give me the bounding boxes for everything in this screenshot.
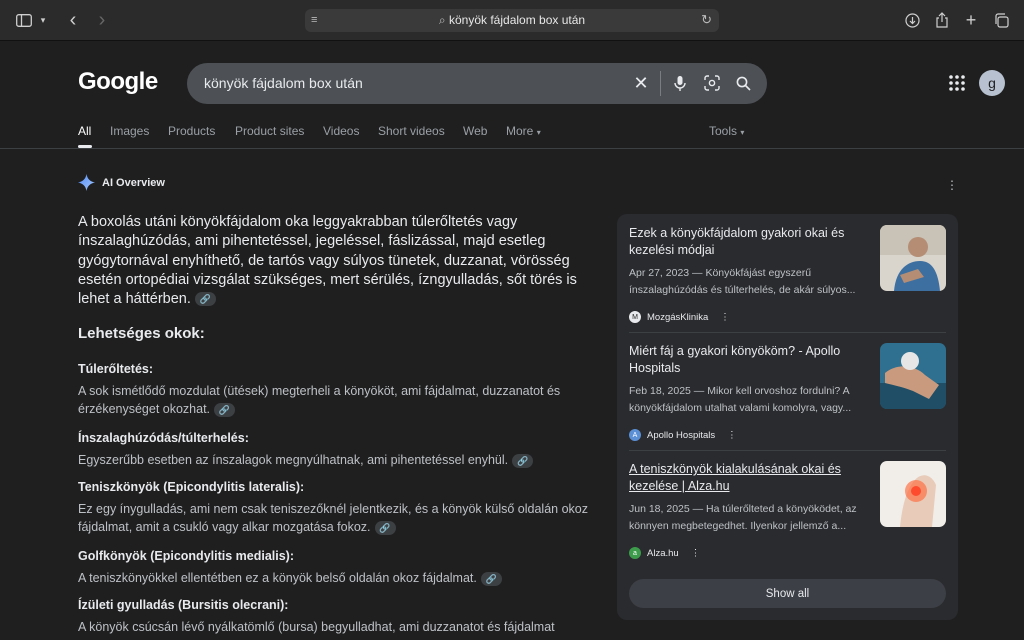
avatar[interactable]: g xyxy=(979,70,1005,96)
divider xyxy=(629,450,946,451)
cause-title: Teniszkönyök (Epicondylitis lateralis): xyxy=(78,480,305,494)
clear-icon[interactable]: ✕ xyxy=(631,73,651,93)
search-input[interactable]: könyök fájdalom box után xyxy=(204,75,363,91)
tab-images[interactable]: Images xyxy=(110,124,149,138)
ai-overview-header: AI Overview xyxy=(78,174,165,191)
divider xyxy=(629,332,946,333)
cause-title: Ínszalaghúzódás/túlterhelés: xyxy=(78,431,249,445)
link-icon[interactable]: 🔗 xyxy=(194,292,216,307)
tab-tools[interactable]: Tools ▾ xyxy=(709,124,744,138)
tab-videos[interactable]: Videos xyxy=(323,124,359,138)
link-icon[interactable]: 🔗 xyxy=(214,402,236,417)
tab-more[interactable]: More ▾ xyxy=(506,124,541,138)
show-all-button[interactable]: Show all xyxy=(629,579,946,608)
cause-desc: Egyszerűbb esetben az ínszalagok megnyúl… xyxy=(78,451,588,469)
gemini-sparkle-icon xyxy=(78,174,95,191)
source-thumbnail xyxy=(880,343,946,409)
source-site: A Apollo Hospitals ⋮ xyxy=(629,429,737,441)
back-icon[interactable]: ‹ xyxy=(63,9,83,31)
sources-panel: Ezek a könyökfájdalom gyakori okai és ke… xyxy=(617,214,958,620)
chevron-down-icon: ▾ xyxy=(536,128,541,137)
new-tab-icon[interactable]: + xyxy=(961,10,981,30)
search-divider xyxy=(660,71,661,96)
source-site: a Alza.hu ⋮ xyxy=(629,547,700,559)
tab-all[interactable]: All xyxy=(78,124,91,138)
more-options-icon[interactable]: ⋮ xyxy=(727,430,737,441)
source-site: M MozgásKlinika ⋮ xyxy=(629,311,730,323)
cause-desc: A sok ismétlődő mozdulat (ütések) megter… xyxy=(78,384,561,417)
google-logo[interactable]: Google xyxy=(78,68,158,96)
source-title[interactable]: Miért fáj a gyakori könyököm? - Apollo H… xyxy=(629,343,869,377)
chevron-down-icon[interactable]: ▾ xyxy=(37,10,49,30)
tab-web[interactable]: Web xyxy=(463,124,487,138)
share-icon[interactable] xyxy=(932,10,952,30)
site-favicon-icon: A xyxy=(629,429,641,441)
tabs-overview-icon[interactable] xyxy=(991,10,1011,30)
forward-icon[interactable]: › xyxy=(92,9,112,31)
microphone-icon[interactable] xyxy=(670,73,690,93)
tab-products[interactable]: Products xyxy=(168,124,215,138)
link-icon[interactable]: 🔗 xyxy=(512,453,534,468)
link-icon[interactable]: 🔗 xyxy=(374,520,396,535)
source-title[interactable]: A teniszkönyök kialakulásának okai és ke… xyxy=(629,461,869,495)
more-options-icon[interactable]: ⋮ xyxy=(691,548,701,559)
cause-desc: A teniszkönyökkel ellentétben ez a könyö… xyxy=(78,569,588,587)
reload-icon[interactable]: ↻ xyxy=(701,12,712,28)
sidebar-icon[interactable] xyxy=(14,10,34,30)
source-thumbnail xyxy=(880,225,946,291)
google-apps-icon[interactable] xyxy=(948,74,966,92)
cause-title: Ízületi gyulladás (Bursitis olecrani): xyxy=(78,598,289,612)
site-favicon-icon: a xyxy=(629,547,641,559)
tab-short-videos[interactable]: Short videos xyxy=(378,124,445,138)
source-thumbnail xyxy=(880,461,946,527)
causes-heading: Lehetséges okok: xyxy=(78,325,205,342)
search-tabs: All Images Products Product sites Videos… xyxy=(0,123,1024,149)
site-favicon-icon: M xyxy=(629,311,641,323)
source-title[interactable]: Ezek a könyökfájdalom gyakori okai és ke… xyxy=(629,225,869,259)
lens-icon[interactable] xyxy=(702,73,722,93)
cause-desc: Ez egy ínygulladás, ami nem csak tenisze… xyxy=(78,502,588,535)
ai-overview-summary: A boxolás utáni könyökfájdalom oka leggy… xyxy=(78,214,577,308)
more-options-icon[interactable]: ⋮ xyxy=(946,178,958,192)
address-bar[interactable]: ≡ ⌕ könyök fájdalom box után ↻ xyxy=(305,9,719,32)
cause-title: Golfkönyök (Epicondylitis medialis): xyxy=(78,549,295,563)
cause-title: Túlerőltetés: xyxy=(78,362,154,376)
active-tab-indicator xyxy=(78,145,92,148)
search-box[interactable]: könyök fájdalom box után ✕ xyxy=(187,63,767,104)
download-icon[interactable] xyxy=(902,10,922,30)
link-icon[interactable]: 🔗 xyxy=(480,571,502,586)
more-options-icon[interactable]: ⋮ xyxy=(720,312,730,323)
source-snippet: Jun 18, 2025 — Ha túlerőlteted a könyökö… xyxy=(629,503,857,532)
browser-toolbar: ▾ ‹ › ≡ ⌕ könyök fájdalom box után ↻ + xyxy=(0,0,1024,41)
cause-desc: A könyök csúcsán lévő nyálkatömlő (bursa… xyxy=(78,620,555,634)
source-card[interactable]: Ezek a könyökfájdalom gyakori okai és ke… xyxy=(629,225,946,325)
search-icon[interactable] xyxy=(733,73,753,93)
tab-product-sites[interactable]: Product sites xyxy=(235,124,304,138)
source-snippet: Apr 27, 2023 — Könyökfájást egyszerű íns… xyxy=(629,267,856,296)
google-results-page: Google könyök fájdalom box után ✕ g All … xyxy=(0,41,1024,640)
source-card[interactable]: A teniszkönyök kialakulásának okai és ke… xyxy=(629,461,946,561)
source-snippet: Feb 18, 2025 — Mikor kell orvoshoz fordu… xyxy=(629,385,852,414)
address-text: ⌕ könyök fájdalom box után xyxy=(438,13,586,27)
search-icon: ⌕ xyxy=(438,13,446,27)
chevron-down-icon: ▾ xyxy=(740,128,745,137)
source-card[interactable]: Miért fáj a gyakori könyököm? - Apollo H… xyxy=(629,343,946,443)
